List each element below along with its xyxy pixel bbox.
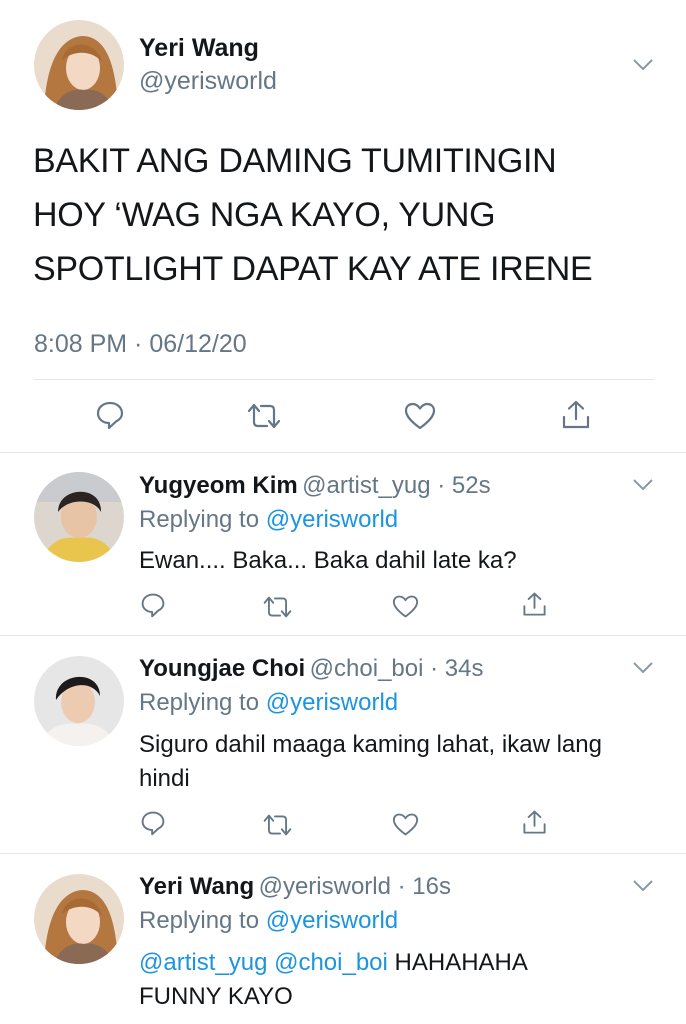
reply-author-meta[interactable]: @yerisworld · 16s: [259, 873, 451, 900]
reply-icon[interactable]: [140, 592, 166, 618]
avatar[interactable]: [34, 874, 124, 964]
reply-author-name[interactable]: Yugyeom Kim: [139, 472, 298, 499]
reply-text: Ewan.... Baka... Baka dahil late ka?: [139, 547, 517, 574]
reply-text: Siguro dahil maaga kaming lahat, ikaw la…: [139, 728, 669, 796]
reply-author-meta[interactable]: @artist_yug · 52s: [302, 472, 490, 499]
replying-to-label: Replying to: [139, 506, 266, 533]
share-icon[interactable]: [521, 591, 548, 618]
reply-text-line: Siguro dahil maaga kaming lahat, ikaw la…: [139, 731, 602, 758]
divider: [34, 379, 654, 380]
reply-icon[interactable]: [140, 810, 166, 836]
reply-author-meta[interactable]: @choi_boi · 34s: [310, 655, 484, 682]
avatar[interactable]: [34, 20, 124, 110]
chevron-down-icon[interactable]: [632, 879, 654, 893]
replying-to: Replying to @yerisworld: [139, 907, 398, 935]
avatar[interactable]: [34, 472, 124, 562]
divider: [0, 635, 686, 636]
replying-to: Replying to @yerisworld: [139, 689, 398, 717]
reply-text-segment: HAHAHAHA: [387, 949, 528, 976]
replying-to-link[interactable]: @yerisworld: [266, 907, 398, 934]
reply-text: @artist_yug @choi_boi HAHAHAHA FUNNY KAY…: [139, 946, 669, 1014]
reply-text-line: hindi: [139, 765, 190, 792]
share-icon[interactable]: [521, 809, 548, 836]
author-name[interactable]: Yeri Wang: [139, 34, 259, 63]
reply-text-line: FUNNY KAYO: [139, 983, 293, 1010]
tweet-text-line: BAKIT ANG DAMING TUMITINGIN: [33, 142, 557, 180]
tweet-text-line: HOY ‘WAG NGA KAYO, YUNG: [33, 196, 496, 234]
tweet-text: BAKIT ANG DAMING TUMITINGIN HOY ‘WAG NGA…: [33, 134, 673, 296]
avatar[interactable]: [34, 656, 124, 746]
chevron-down-icon[interactable]: [632, 58, 654, 72]
mention-link[interactable]: @choi_boi: [274, 949, 388, 976]
reply-header: Yeri Wang @yerisworld · 16s: [139, 873, 451, 901]
replying-to-link[interactable]: @yerisworld: [266, 506, 398, 533]
retweet-icon[interactable]: [246, 402, 282, 430]
reply-header: Youngjae Choi @choi_boi · 34s: [139, 655, 483, 683]
reply-author-name[interactable]: Youngjae Choi: [139, 655, 305, 682]
tweet-timestamp[interactable]: 8:08 PM · 06/12/20: [34, 330, 247, 359]
reply-author-name[interactable]: Yeri Wang: [139, 873, 254, 900]
reply-icon[interactable]: [95, 400, 125, 430]
reply-header: Yugyeom Kim @artist_yug · 52s: [139, 472, 491, 500]
author-handle[interactable]: @yerisworld: [139, 67, 277, 96]
replying-to: Replying to @yerisworld: [139, 506, 398, 534]
like-icon[interactable]: [392, 812, 419, 837]
like-icon[interactable]: [392, 594, 419, 619]
replying-to-label: Replying to: [139, 689, 266, 716]
retweet-icon[interactable]: [262, 813, 293, 837]
chevron-down-icon[interactable]: [632, 661, 654, 675]
chevron-down-icon[interactable]: [632, 478, 654, 492]
tweet-text-line: SPOTLIGHT DAPAT KAY ATE IRENE: [33, 250, 593, 288]
divider: [0, 452, 686, 453]
share-icon[interactable]: [560, 399, 592, 431]
reply-text-line: @artist_yug @choi_boi HAHAHAHA: [139, 946, 669, 980]
divider: [0, 853, 686, 854]
retweet-icon[interactable]: [262, 595, 293, 619]
replying-to-label: Replying to: [139, 907, 266, 934]
replying-to-link[interactable]: @yerisworld: [266, 689, 398, 716]
like-icon[interactable]: [404, 401, 436, 431]
mention-link[interactable]: @artist_yug: [139, 949, 267, 976]
